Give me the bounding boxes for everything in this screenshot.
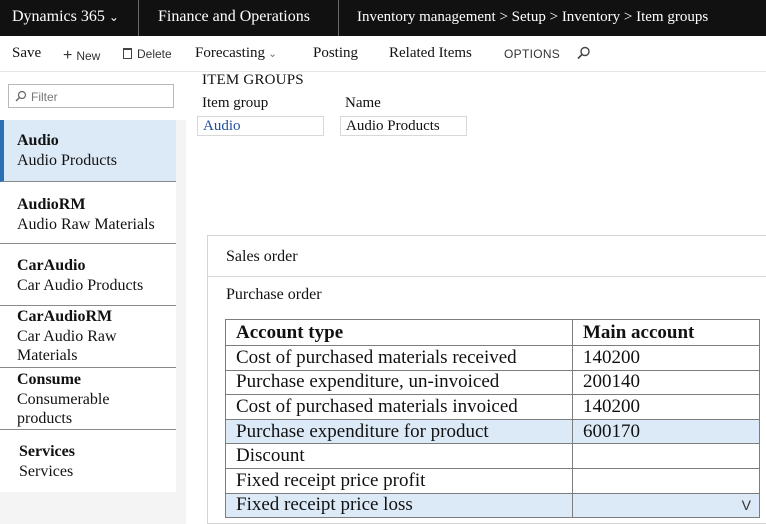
posting-tab[interactable]: Posting [313,45,358,62]
divider [338,0,339,36]
filter-placeholder: Filter [31,90,58,104]
module-name: Finance and Operations [158,8,310,26]
main-account-cell[interactable]: 200140 [573,370,760,395]
list-item-code: CarAudio [17,257,85,275]
item-group-label: Item group [202,95,268,112]
main-account-cell[interactable]: 140200 [573,346,760,371]
page-title: ITEM GROUPS [202,72,304,89]
list-item-code: CarAudioRM [17,308,112,326]
save-button[interactable]: Save [12,45,41,62]
forecasting-label: Forecasting [195,45,265,61]
table-row[interactable]: Fixed receipt price loss V [226,493,760,518]
breadcrumb-item[interactable]: Inventory [562,9,620,25]
table-row[interactable]: Cost of purchased materials invoiced 140… [226,395,760,420]
account-type-cell: Fixed receipt price profit [226,468,573,493]
table-header-row: Account type Main account [226,320,760,346]
breadcrumb-item[interactable]: Item groups [636,9,708,25]
new-button-label: New [76,49,100,63]
column-header-main-account[interactable]: Main account [573,320,760,346]
divider [138,0,139,36]
list-item-name: Services [19,462,73,481]
name-field[interactable]: Audio Products [340,116,467,136]
brand-name: Dynamics 365 [12,8,105,25]
table-row[interactable]: Fixed receipt price profit [226,468,760,493]
chevron-down-icon: ⌄ [109,10,119,24]
list-item-name: Audio Raw Materials [17,215,155,234]
breadcrumb-separator: > [546,9,562,25]
list-item-code: Services [19,443,75,461]
table-row[interactable]: Discount [226,444,760,469]
account-type-cell: Fixed receipt price loss [226,493,573,518]
chevron-down-icon[interactable]: V [742,497,751,513]
related-items-tab[interactable]: Related Items [389,45,472,62]
action-pane: Save + New Delete Forecasting⌄ Posting Re… [0,36,766,72]
delete-button[interactable]: Delete [123,47,172,61]
plus-icon: + [63,47,72,64]
new-button[interactable]: + New [63,47,100,65]
chevron-down-icon: ⌄ [268,48,277,60]
sales-order-section[interactable]: Sales order [226,248,298,266]
list-item-name: Car Audio Products [17,276,143,295]
options-tab[interactable]: OPTIONS [504,47,560,61]
table-row[interactable]: Cost of purchased materials received 140… [226,346,760,371]
list-item-code: AudioRM [17,196,85,214]
top-navigation-bar: Dynamics 365 ⌄ Finance and Operations Inv… [0,0,766,36]
breadcrumb-separator: > [496,9,512,25]
breadcrumb-item[interactable]: Inventory management [357,9,496,25]
list-item[interactable]: CarAudio Car Audio Products [0,244,176,306]
account-type-cell: Discount [226,444,573,469]
list-item[interactable]: Services Services [0,430,176,492]
account-type-cell: Purchase expenditure for product [226,419,573,444]
list-item-code: Consume [17,371,81,389]
breadcrumb-item[interactable]: Setup [512,9,546,25]
item-group-field[interactable]: Audio [197,116,324,136]
breadcrumb: Inventory management > Setup > Inventory… [357,9,708,26]
account-type-cell: Cost of purchased materials invoiced [226,395,573,420]
list-item-name: Consumerable products [17,390,127,428]
table-row[interactable]: Purchase expenditure for product 600170 [226,419,760,444]
main-account-cell[interactable]: 600170 [573,419,760,444]
app-switcher[interactable]: Dynamics 365 ⌄ [12,8,119,26]
posting-grid: Account type Main account Cost of purcha… [225,319,760,518]
breadcrumb-separator: > [620,9,636,25]
main-account-cell[interactable]: 140200 [573,395,760,420]
name-label: Name [345,95,381,112]
filter-input[interactable]: Filter [8,84,174,108]
list-item-name: Car Audio Raw Materials [17,327,137,365]
column-header-account-type[interactable]: Account type [226,320,573,346]
search-icon[interactable] [577,46,591,60]
account-type-cell: Purchase expenditure, un-invoiced [226,370,573,395]
main-account-lookup[interactable]: V [573,493,760,518]
list-item[interactable]: Audio Audio Products [0,120,176,182]
table-row[interactable]: Purchase expenditure, un-invoiced 200140 [226,370,760,395]
divider [208,276,766,277]
main-account-cell[interactable] [573,444,760,469]
list-item[interactable]: AudioRM Audio Raw Materials [0,182,176,244]
search-icon [15,90,27,102]
delete-button-label: Delete [137,47,172,61]
purchase-order-section[interactable]: Purchase order [226,286,322,304]
item-group-list: Audio Audio Products AudioRM Audio Raw M… [0,120,186,524]
trash-icon [123,48,132,59]
list-item-name: Audio Products [17,151,117,170]
forecasting-menu[interactable]: Forecasting⌄ [195,45,277,62]
list-item[interactable]: Consume Consumerable products [0,368,176,430]
list-item-code: Audio [17,132,59,150]
main-account-cell[interactable] [573,468,760,493]
account-type-cell: Cost of purchased materials received [226,346,573,371]
list-item[interactable]: CarAudioRM Car Audio Raw Materials [0,306,176,368]
